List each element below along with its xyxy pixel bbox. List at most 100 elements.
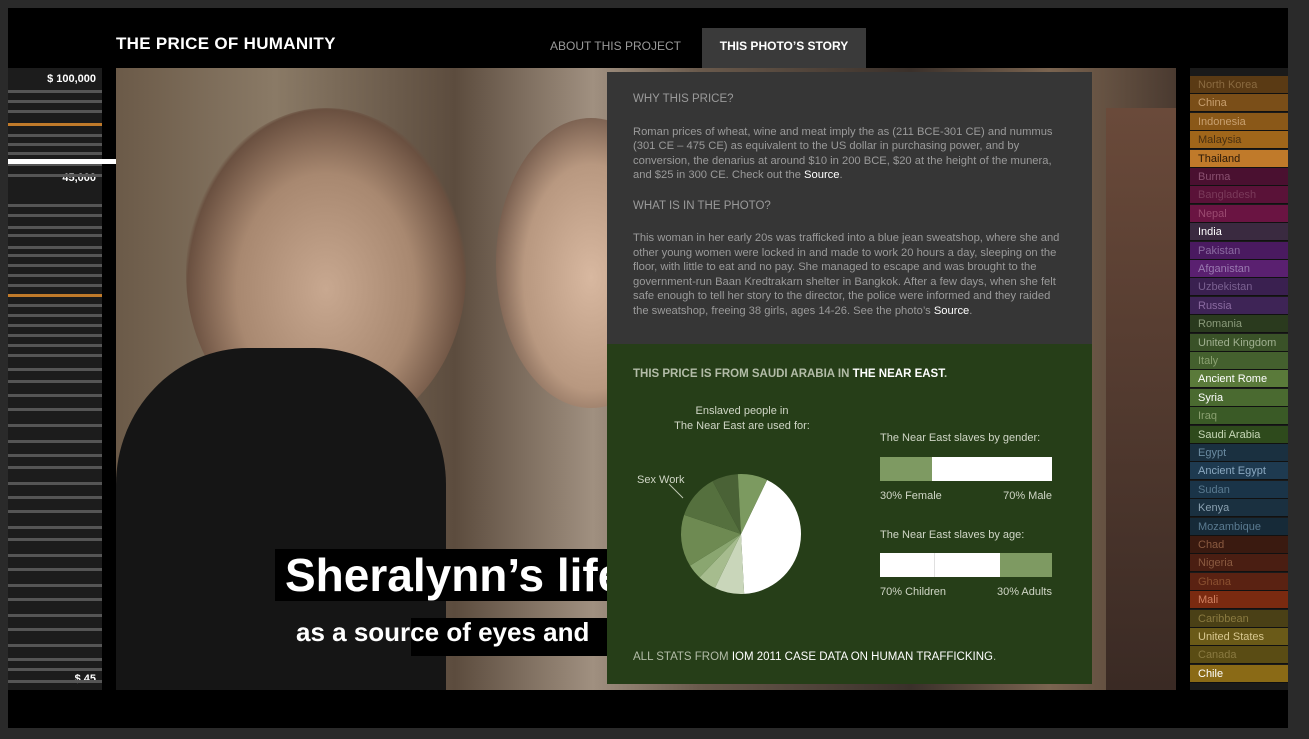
female-label: 30% Female [880,490,942,502]
origin-region-link[interactable]: THE NEAR EAST [853,368,944,380]
price-scale-tick [8,100,102,103]
price-scale-tick [8,264,102,267]
country-item[interactable]: Mali [1190,591,1288,610]
price-scale-tick [8,466,102,469]
why-source-link[interactable]: Source [804,169,839,181]
country-item[interactable]: Nepal [1190,204,1288,223]
price-scale-tick [8,110,102,113]
country-item[interactable]: Italy [1190,352,1288,370]
uses-pie-chart[interactable] [668,472,803,596]
country-item[interactable]: Uzbekistan [1190,278,1288,297]
price-scale-tick [8,354,102,357]
site-title[interactable]: THE PRICE OF HUMANITY [116,34,336,54]
country-item[interactable]: Bangladesh [1190,186,1288,205]
country-item[interactable]: Nigeria [1190,554,1288,573]
country-item[interactable]: Malaysia [1190,131,1288,150]
country-item[interactable]: Russia [1190,296,1288,315]
price-scale-tick [8,628,102,631]
country-item[interactable]: Ghana [1190,572,1288,591]
male-label: 70% Male [1003,490,1052,502]
country-item[interactable]: Afganistan [1190,260,1288,278]
country-item[interactable]: United Kingdom [1190,333,1288,352]
price-scale-tick [8,174,102,177]
country-item[interactable]: Mozambique [1190,517,1288,536]
photo-source-link[interactable]: Source [934,305,969,317]
story-text-section: WHY THIS PRICE? Roman prices of wheat, w… [607,72,1092,344]
price-scale-tick [8,143,102,146]
price-scale-tick [8,204,102,207]
country-item[interactable]: Thailand [1190,149,1288,168]
price-scale-tick [8,314,102,317]
tab-photo-story[interactable]: THIS PHOTO’S STORY [702,28,866,68]
country-item[interactable]: Burma [1190,168,1288,186]
age-labels: 70% Children 30% Adults [880,586,1052,598]
price-scale-tick [8,294,102,297]
uses-chart-title: Enslaved people in The Near East are used… [674,405,810,432]
country-item[interactable]: Caribbean [1190,609,1288,628]
price-scale-tick [8,680,102,683]
country-item[interactable]: Chile [1190,664,1288,683]
price-scale-tick [8,668,102,671]
price-scale-tick [8,90,102,93]
country-item[interactable]: Pakistan [1190,241,1288,260]
photo-content-heading: WHAT IS IN THE PHOTO? [633,199,771,212]
age-bar-adults [1000,553,1052,577]
price-scale-top-label: $ 100,000 [47,73,96,85]
stats-section: THIS PRICE IS FROM SAUDI ARABIA IN THE N… [607,344,1092,684]
price-scale-tick [8,214,102,217]
price-scale-tick [8,598,102,601]
price-scale-tick [8,614,102,617]
country-item[interactable]: China [1190,94,1288,113]
price-scale-tick [8,152,102,155]
price-scale-tick [8,568,102,571]
children-label: 70% Children [880,586,947,598]
price-scale-tick [8,234,102,237]
country-item[interactable]: Syria [1190,388,1288,407]
country-item[interactable]: United States [1190,628,1288,646]
price-scale-tick [8,454,102,457]
country-item[interactable]: Iraq [1190,407,1288,426]
pie-label-sex-work: Sex Work [637,474,685,486]
price-scale-marker[interactable] [8,159,116,164]
country-item[interactable]: Romania [1190,315,1288,334]
country-list: North Korea China Indonesia Malaysia Thailan… [1190,68,1288,690]
country-item[interactable]: Sudan [1190,480,1288,499]
price-scale-tick [8,644,102,647]
tab-about-project[interactable]: ABOUT THIS PROJECT [538,28,693,68]
country-item[interactable]: Ancient Egypt [1190,462,1288,481]
adults-label: 30% Adults [996,586,1052,598]
price-scale-tick [8,440,102,443]
country-item[interactable]: Canada [1190,646,1288,665]
app-frame: THE PRICE OF HUMANITY ABOUT THIS PROJECT… [8,8,1288,728]
stats-source-link[interactable]: IOM 2011 CASE DATA ON HUMAN TRAFFICKING [732,651,993,663]
price-scale-tick [8,324,102,327]
country-item[interactable]: Indonesia [1190,112,1288,131]
price-scale-tick [8,482,102,485]
country-item[interactable]: Egypt [1190,444,1288,462]
why-price-text: Roman prices of wheat, wine and meat imp… [633,125,1053,182]
price-scale-tick [8,254,102,257]
country-item[interactable]: Chad [1190,536,1288,554]
photo-right-figure [1106,108,1176,690]
price-scale-tick [8,380,102,383]
price-scale-tick [8,368,102,371]
age-bar [880,553,1052,577]
country-item[interactable]: India [1190,223,1288,242]
country-item[interactable]: North Korea [1190,76,1288,94]
pie-label-leader [668,483,684,499]
gender-bar [880,457,1052,481]
country-item[interactable]: Ancient Rome [1190,370,1288,389]
price-scale-tick [8,334,102,337]
price-scale-tick [8,538,102,541]
country-item[interactable]: Kenya [1190,499,1288,518]
price-scale-tick [8,304,102,307]
price-scale-tick [8,408,102,411]
gender-chart-title: The Near East slaves by gender: [880,432,1041,444]
price-scale-tick [8,226,102,229]
why-price-heading: WHY THIS PRICE? [633,93,734,105]
story-panel: WHY THIS PRICE? Roman prices of wheat, w… [607,72,1092,684]
bottom-bar [8,690,1288,728]
price-scale-tick [8,554,102,557]
price-scale-tick [8,123,102,126]
country-item[interactable]: Saudi Arabia [1190,425,1288,444]
